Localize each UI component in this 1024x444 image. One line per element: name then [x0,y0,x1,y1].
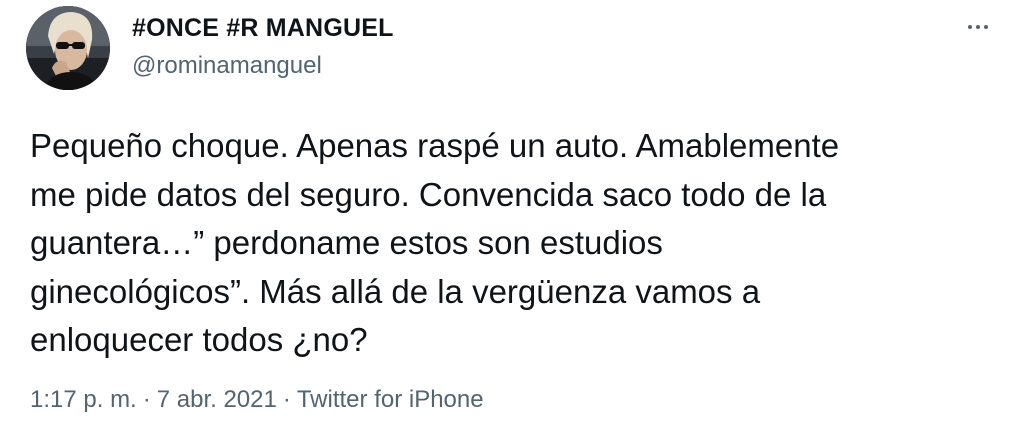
tweet-text-line: me pide datos del seguro. Convencida sac… [30,175,827,213]
more-horizontal-icon [968,25,972,29]
avatar-image [26,6,110,90]
more-horizontal-icon-dot [976,25,980,29]
tweet-source-link[interactable]: Twitter for iPhone [297,386,484,413]
display-name[interactable]: #ONCE #R MANGUEL [132,14,394,43]
tweet-metadata: 1:17 p. m. · 7 abr. 2021 · Twitter for iPhon… [30,386,484,414]
tweet-text-line: enloquecer todos ¿no? [30,321,368,359]
tweet-text-line: Pequeño choque. Apenas raspé un auto. Am… [30,127,840,164]
tweet-card: #ONCE #R MANGUEL @rominamanguel Pequeño … [0,0,1024,444]
tweet-text: Pequeño choque. Apenas raspé un auto. Am… [30,122,990,365]
more-options-button[interactable] [958,10,998,44]
tweet-date-link[interactable]: 7 abr. 2021 [157,386,277,413]
user-handle[interactable]: @rominamanguel [132,52,322,80]
more-horizontal-icon-dot [984,25,988,29]
separator: · [142,386,151,413]
avatar[interactable] [26,6,110,90]
separator: · [282,386,291,413]
tweet-text-line: ginecológicos”. Más allá de la vergüenza… [30,272,761,310]
tweet-time-link[interactable]: 1:17 p. m. [30,386,137,413]
tweet-text-line: guantera…” perdoname estos son estudios [30,224,663,262]
